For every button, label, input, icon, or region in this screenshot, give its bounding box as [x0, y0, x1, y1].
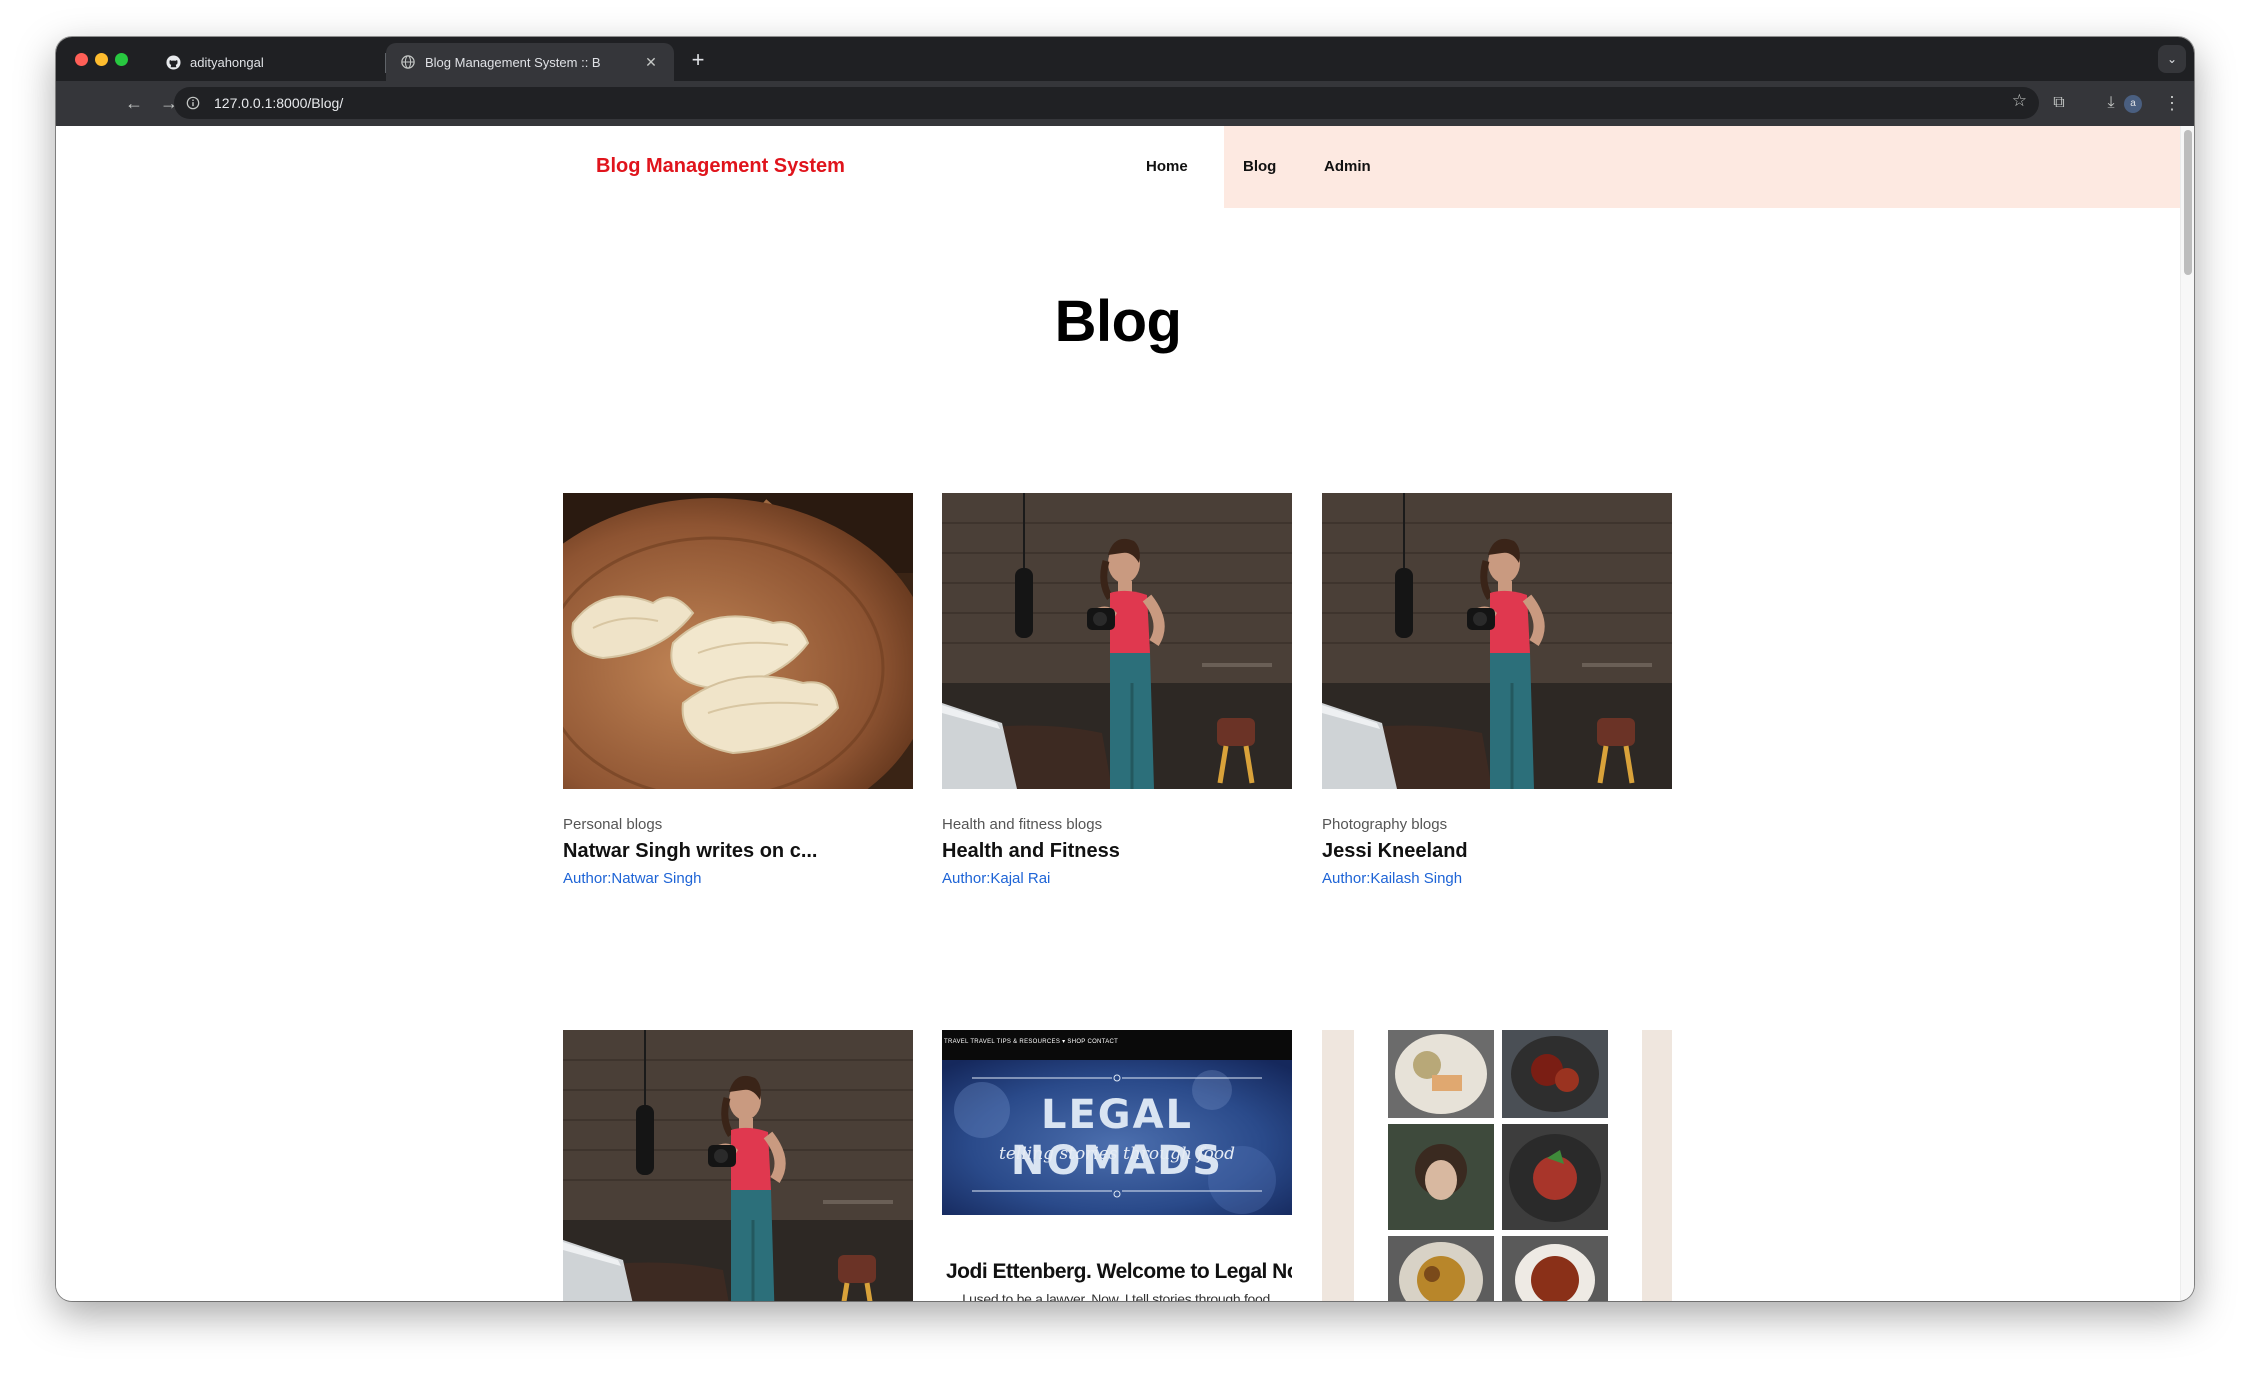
fitness-photographer-photo[interactable]	[942, 493, 1292, 789]
scrollbar-thumb[interactable]	[2184, 130, 2192, 275]
card-title[interactable]: Natwar Singh writes on c...	[563, 840, 913, 863]
new-tab-icon[interactable]: +	[684, 46, 712, 74]
menu-kebab-icon[interactable]: ⋮	[2158, 89, 2186, 117]
card-author-link[interactable]: Author:Kajal Rai	[942, 870, 1050, 887]
nav-blog-link[interactable]: Blog	[1243, 158, 1276, 175]
tab-label: Blog Management System :: B	[425, 54, 601, 70]
globe-icon	[400, 54, 416, 70]
address-bar[interactable]: 127.0.0.1:8000/Blog/ ☆	[174, 87, 2039, 119]
site-brand[interactable]: Blog Management System	[596, 155, 845, 178]
back-icon[interactable]: ←	[120, 89, 148, 117]
nav-admin-link[interactable]: Admin	[1324, 158, 1371, 175]
url-text: 127.0.0.1:8000/Blog/	[214, 95, 344, 111]
page-scrollbar[interactable]	[2180, 126, 2194, 1301]
legal-banner-tagline: telling stories through food	[999, 1144, 1235, 1164]
legal-banner-nav: TRAVEL TRAVEL TIPS & RESOURCES ▾ SHOP CO…	[944, 1039, 1119, 1045]
dumplings-photo[interactable]	[563, 493, 913, 789]
card-title[interactable]: Jessi Kneeland	[1322, 840, 1672, 863]
page-title: Blog	[1054, 289, 1182, 354]
tab-blog-management[interactable]: Blog Management System :: B ✕	[386, 43, 674, 81]
card-category: Health and fitness blogs	[942, 816, 1103, 833]
legal-banner-title: LEGAL NOMADS	[1010, 1092, 1224, 1184]
legal-welcome-text: Jodi Ettenberg. Welcome to Legal No	[946, 1260, 1292, 1283]
card-category: Personal blogs	[563, 816, 663, 833]
download-icon[interactable]: ⤓	[2097, 89, 2125, 117]
maximize-window-button[interactable]	[115, 53, 128, 66]
site-info-icon[interactable]	[178, 88, 208, 118]
food-grid-screenshot[interactable]	[1322, 1030, 1672, 1301]
github-icon	[165, 54, 181, 70]
card-author-link[interactable]: Author:Kailash Singh	[1322, 870, 1462, 887]
fitness-photographer-photo[interactable]	[1322, 493, 1672, 789]
fitness-photographer-photo[interactable]	[563, 1030, 913, 1301]
card-category: Photography blogs	[1322, 816, 1448, 833]
card-title[interactable]: Health and Fitness	[942, 840, 1292, 863]
nav-home-link[interactable]: Home	[1146, 158, 1188, 175]
card-author-link[interactable]: Author:Natwar Singh	[563, 870, 701, 887]
minimize-window-button[interactable]	[95, 53, 108, 66]
bookmark-star-icon[interactable]: ☆	[2012, 91, 2027, 111]
browser-window: adityahongal ✕ Blog Management System ::…	[56, 37, 2194, 1301]
tab-label: adityahongal	[190, 54, 264, 70]
extensions-icon[interactable]: ⧉	[2045, 89, 2073, 117]
tab-search-icon[interactable]: ⌄	[2158, 45, 2186, 73]
site-navbar: Blog Management System Home Blog Admin	[56, 126, 2180, 208]
close-window-button[interactable]	[75, 53, 88, 66]
legal-sub-text: I used to be a lawyer. Now, I tell stori…	[962, 1291, 1274, 1301]
browser-toolbar: ← → ↻ 127.0.0.1:8000/Blog/ ☆ ⧉ ⤓ a ⋮	[56, 81, 2194, 126]
tab-bar: adityahongal ✕ Blog Management System ::…	[56, 37, 2194, 81]
legal-nomads-screenshot[interactable]: TRAVEL TRAVEL TIPS & RESOURCES ▾ SHOP CO…	[942, 1030, 1292, 1301]
page-viewport: Blog Management System Home Blog Admin B…	[56, 126, 2180, 1301]
profile-avatar[interactable]: a	[2124, 95, 2142, 113]
close-tab-icon[interactable]: ✕	[642, 54, 660, 71]
